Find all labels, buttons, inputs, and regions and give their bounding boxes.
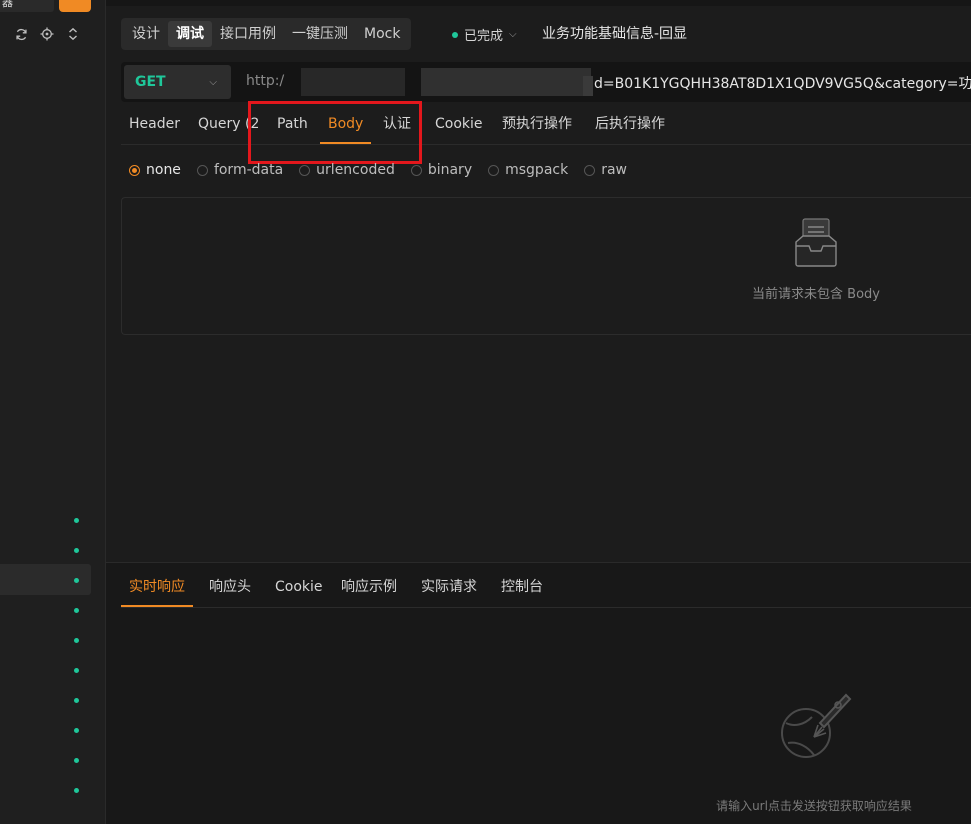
rocket-planet-icon	[772, 689, 856, 763]
annotation-highlight-box	[248, 101, 422, 164]
sidebar-top-tab[interactable]: 器	[0, 0, 54, 12]
response-tabs: 实时响应 响应头 Cookie 响应示例 实际请求 控制台	[121, 563, 971, 608]
status-label: 已完成	[464, 29, 504, 44]
new-button[interactable]	[59, 0, 91, 12]
tree-status-dot	[74, 608, 79, 613]
api-title-text: 业务功能基础信息-回显	[542, 26, 688, 42]
radio-msgpack[interactable]: msgpack	[488, 162, 568, 178]
tab-response-cookie[interactable]: Cookie	[275, 563, 323, 607]
top-strip	[106, 0, 971, 6]
tab-design[interactable]: 设计	[124, 21, 168, 47]
url-query-text[interactable]: d=B01K1YGQHH38AT8D1X1QDV9VG5Q&category=功…	[594, 73, 971, 93]
tree-status-dot	[74, 758, 79, 763]
tab-cookie[interactable]: Cookie	[435, 106, 483, 144]
tab-post-processors[interactable]: 后执行操作	[595, 106, 665, 144]
expand-collapse-icon[interactable]	[66, 27, 80, 41]
main-panel: 设计 调试 接口用例 一键压测 Mock 已完成 ⌵ 业务功能基础信息-回显 G…	[106, 0, 971, 824]
radio-circle	[196, 164, 208, 176]
chevron-down-icon: ⌵	[509, 29, 517, 40]
status-dot	[452, 31, 458, 38]
radio-form-data[interactable]: form-data	[196, 162, 284, 178]
tab-cases[interactable]: 接口用例	[212, 21, 284, 47]
radio-raw[interactable]: raw	[584, 162, 627, 178]
url-redaction	[301, 68, 405, 96]
response-panel: 实时响应 响应头 Cookie 响应示例 实际请求 控制台 请输入url点击发送…	[106, 562, 971, 824]
tab-response-headers[interactable]: 响应头	[209, 563, 251, 607]
status-dropdown[interactable]: 已完成 ⌵	[452, 25, 517, 44]
radio-circle	[584, 164, 596, 176]
api-name-input[interactable]: 业务功能基础信息-回显	[540, 18, 971, 50]
refresh-icon[interactable]	[14, 27, 28, 41]
tab-actual-request[interactable]: 实际请求	[421, 563, 477, 607]
radio-binary[interactable]: binary	[410, 162, 473, 178]
locate-icon[interactable]	[40, 27, 54, 41]
radio-label: urlencoded	[316, 162, 395, 178]
method-label: GET	[135, 74, 166, 90]
radio-circle	[299, 164, 311, 176]
radio-circle	[129, 164, 140, 176]
tree-status-dot	[74, 668, 79, 673]
radio-urlencoded[interactable]: urlencoded	[299, 162, 395, 178]
tree-status-dot	[74, 788, 79, 793]
tree-status-dot	[74, 638, 79, 643]
tab-mock[interactable]: Mock	[356, 21, 408, 47]
method-select[interactable]: GET ⌵	[124, 65, 231, 99]
tab-header[interactable]: Header	[129, 106, 180, 144]
empty-inbox-icon	[791, 216, 841, 272]
body-type-radios: none form-data urlencoded binary msgpack…	[129, 162, 643, 178]
sidebar-top-label: 器	[2, 0, 13, 9]
tree-status-dot	[74, 548, 79, 553]
body-empty-text: 当前请求未包含 Body	[752, 287, 880, 302]
tab-load-test[interactable]: 一键压测	[284, 21, 356, 47]
tab-pre-processors[interactable]: 预执行操作	[502, 106, 572, 144]
chevron-down-icon: ⌵	[209, 76, 217, 88]
tab-debug[interactable]: 调试	[168, 21, 212, 47]
radio-label: none	[146, 162, 181, 178]
url-redaction	[583, 76, 593, 96]
response-hint: 请输入url点击发送按钮获取响应结果	[716, 799, 912, 813]
radio-label: form-data	[213, 162, 284, 178]
tree-status-dot	[74, 728, 79, 733]
left-sidebar: 器	[0, 0, 105, 824]
tab-live-response[interactable]: 实时响应	[121, 563, 193, 607]
radio-label: msgpack	[505, 162, 569, 178]
tab-response-examples[interactable]: 响应示例	[341, 563, 397, 607]
tree-status-dot	[74, 578, 79, 583]
sidebar-toolbar	[14, 27, 80, 41]
body-editor-empty: 当前请求未包含 Body	[121, 197, 971, 335]
tree-status-dot	[74, 698, 79, 703]
radio-label: binary	[427, 162, 473, 178]
url-bar: GET ⌵ http:/ d=B01K1YGQHH38AT8D1X1QDV9VG…	[121, 62, 971, 102]
radio-none[interactable]: none	[129, 162, 181, 178]
tab-console[interactable]: 控制台	[501, 563, 543, 607]
url-input[interactable]: http:/	[246, 73, 284, 89]
url-redaction	[421, 68, 591, 96]
radio-circle	[410, 164, 422, 176]
radio-label: raw	[601, 162, 627, 178]
radio-circle	[488, 164, 500, 176]
tree-status-dot	[74, 518, 79, 523]
mode-tabs: 设计 调试 接口用例 一键压测 Mock	[121, 18, 412, 50]
